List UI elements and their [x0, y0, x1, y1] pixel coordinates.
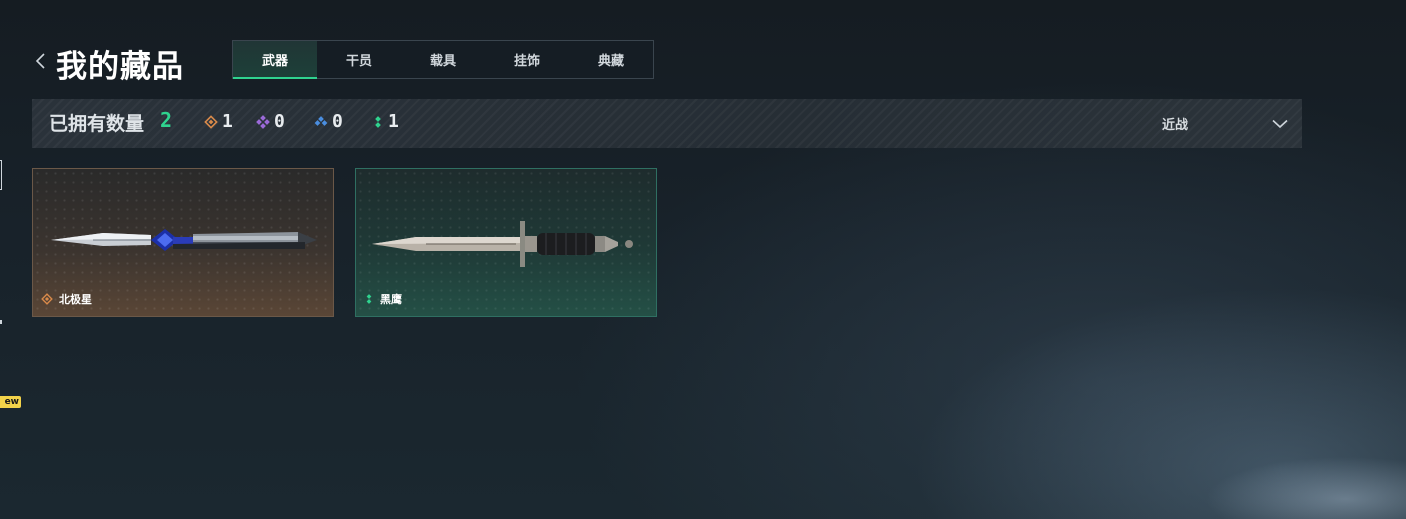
knife-image: [372, 221, 633, 267]
edge-tick: [0, 320, 2, 324]
chevron-down-icon: [1272, 119, 1288, 128]
tab-operators[interactable]: 干员: [317, 41, 401, 78]
new-badge: ew: [0, 396, 21, 408]
gold-diamond-icon: [204, 114, 218, 129]
green-rarity-icon: [366, 294, 372, 304]
background-glow: [1046, 409, 1406, 519]
rarity-green-count: 1: [372, 111, 399, 132]
tab-weapons[interactable]: 武器: [233, 41, 317, 79]
item-card[interactable]: 黑鹰: [355, 168, 657, 317]
owned-count-value: 2: [160, 108, 173, 132]
green-dots-icon: [375, 115, 381, 128]
rarity-gold-count: 1: [204, 111, 233, 132]
chevron-left-icon: [35, 53, 45, 69]
owned-stats-bar: 已拥有数量 2 1 0 0 1 近战: [32, 99, 1302, 148]
tab-vehicles[interactable]: 载具: [401, 41, 485, 78]
gold-rarity-icon: [41, 293, 53, 305]
owned-count-label: 已拥有数量: [49, 113, 145, 135]
rarity-purple-count: 0: [256, 111, 285, 132]
item-name: 黑鹰: [380, 293, 402, 306]
item-name: 北极星: [59, 293, 92, 306]
item-card[interactable]: 北极星: [32, 168, 334, 317]
category-tabs: 武器 干员 载具 挂饰 典藏: [232, 40, 654, 79]
tab-collection[interactable]: 典藏: [569, 41, 653, 78]
edge-panel-fragment: [0, 160, 2, 190]
dropdown-selected-value: 近战: [1162, 118, 1189, 133]
back-button[interactable]: [34, 52, 46, 70]
tab-charms[interactable]: 挂饰: [485, 41, 569, 78]
knife-image: [51, 229, 317, 251]
page-title: 我的藏品: [56, 49, 184, 85]
purple-diamond-icon: [256, 114, 270, 129]
rarity-blue-count: 0: [314, 111, 343, 132]
blue-diamond-icon: [314, 115, 328, 126]
weapon-type-dropdown[interactable]: 近战: [1158, 99, 1288, 148]
